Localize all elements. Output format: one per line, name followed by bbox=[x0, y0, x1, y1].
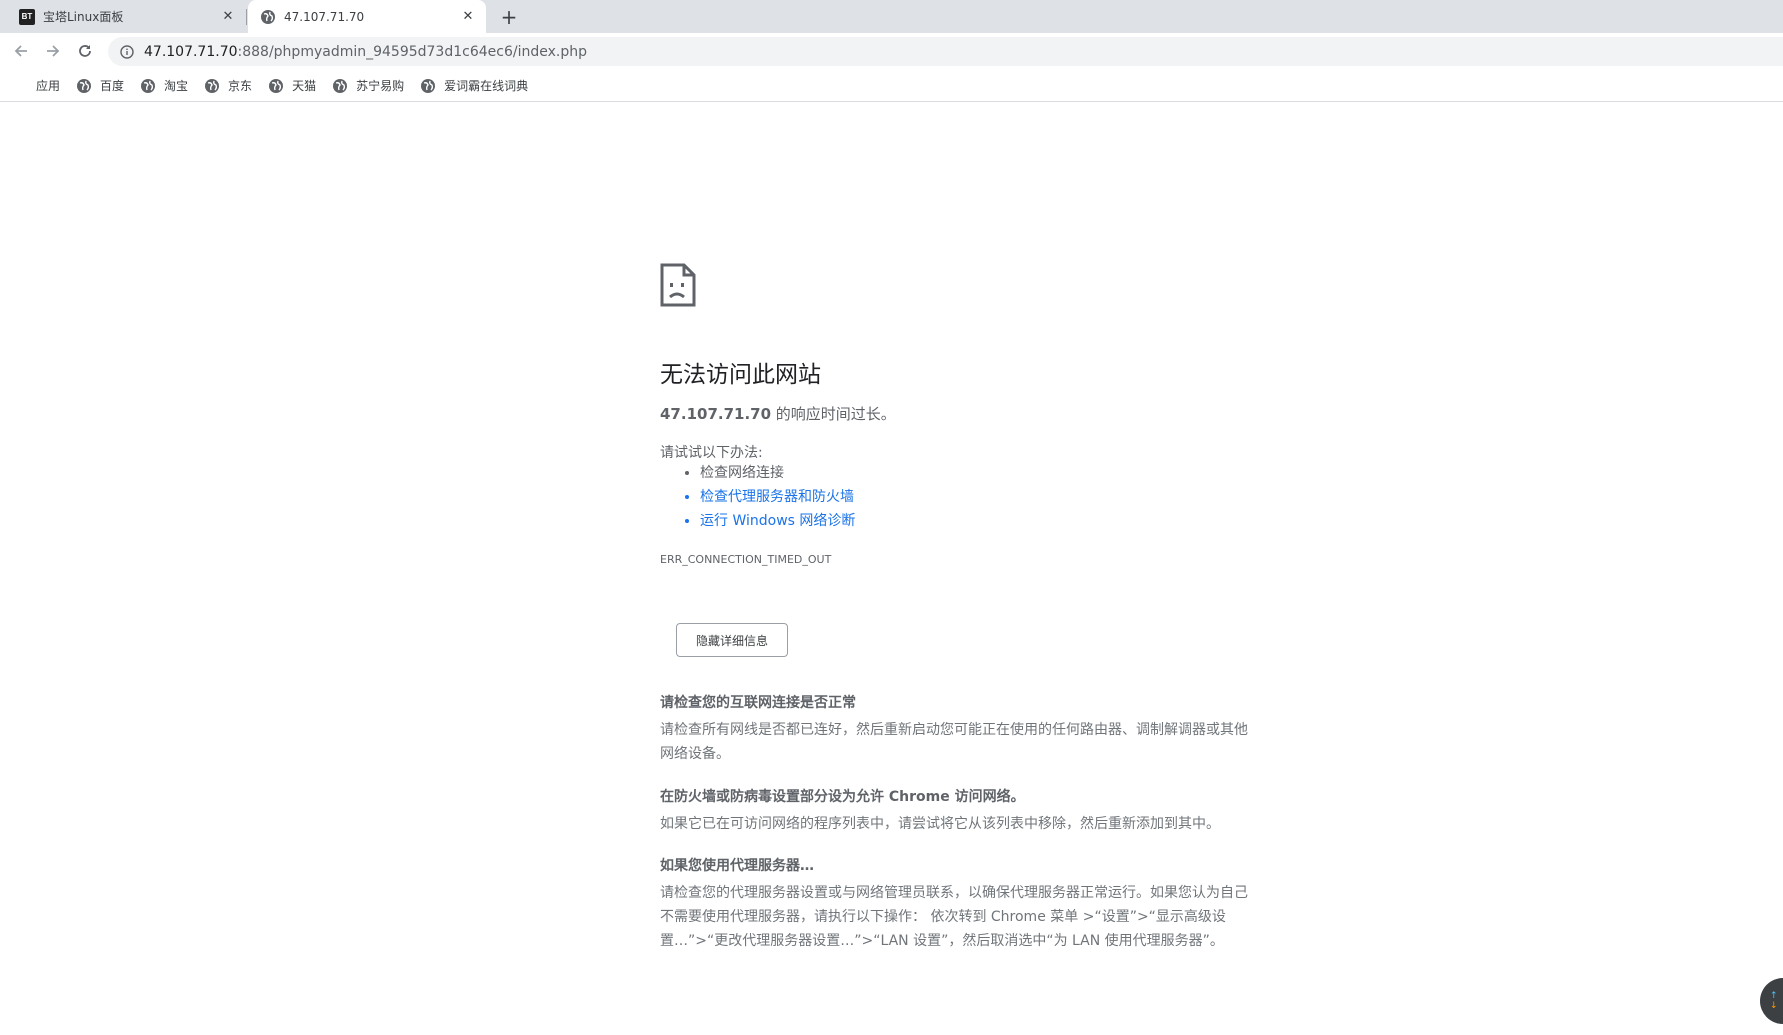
arrow-left-icon bbox=[14, 45, 27, 57]
detail-section-proxy: 如果您使用代理服务器… 请检查您的代理服务器设置或与网络管理员联系，以确保代理服… bbox=[660, 855, 1260, 953]
tab-strip: BT 宝塔Linux面板 ✕ 47.107.71.70 ✕ + bbox=[0, 0, 1783, 33]
sad-document-icon bbox=[660, 263, 696, 307]
suggestion-windows-diagnostics-link[interactable]: 运行 Windows 网络诊断 bbox=[700, 509, 855, 533]
detail-title: 如果您使用代理服务器… bbox=[660, 858, 814, 874]
tab-baota-panel[interactable]: BT 宝塔Linux面板 ✕ bbox=[0, 0, 246, 33]
new-tab-button[interactable]: + bbox=[497, 5, 521, 29]
browser-toolbar: 47.107.71.70:888/phpmyadmin_94595d73d1c6… bbox=[0, 33, 1783, 70]
bookmark-iciba[interactable]: 爱词霸在线词典 bbox=[420, 77, 528, 94]
upload-arrow-icon: ↑ bbox=[1770, 991, 1778, 1001]
detail-title: 在防火墙或防病毒设置部分设为允许 Chrome 访问网络。 bbox=[660, 789, 1025, 805]
suggestion-list: 检查网络连接 检查代理服务器和防火墙 运行 Windows 网络诊断 bbox=[660, 461, 855, 533]
tab-title: 宝塔Linux面板 bbox=[43, 10, 124, 24]
url-path: :888/phpmyadmin_94595d73d1c64ec6/index.p… bbox=[237, 43, 587, 60]
globe-icon bbox=[268, 78, 284, 94]
globe-icon bbox=[140, 78, 156, 94]
error-code: ERR_CONNECTION_TIMED_OUT bbox=[660, 553, 832, 566]
globe-icon bbox=[204, 78, 220, 94]
error-page: 无法访问此网站 47.107.71.70 的响应时间过长。 请试试以下办法: 检… bbox=[660, 263, 1260, 949]
address-bar[interactable]: 47.107.71.70:888/phpmyadmin_94595d73d1c6… bbox=[108, 37, 1783, 66]
error-summary-text: 的响应时间过长。 bbox=[771, 405, 896, 423]
reload-icon bbox=[79, 45, 91, 57]
apps-grid-icon bbox=[12, 78, 28, 94]
close-icon[interactable]: ✕ bbox=[460, 9, 476, 25]
tab-title: 47.107.71.70 bbox=[284, 9, 365, 24]
suggestion-check-network: 检查网络连接 bbox=[700, 461, 855, 485]
arrow-right-icon bbox=[47, 45, 60, 57]
detail-body: 请检查您的代理服务器设置或与网络管理员联系，以确保代理服务器正常运行。如果您认为… bbox=[660, 885, 1248, 949]
bookmark-tmall[interactable]: 天猫 bbox=[268, 77, 316, 94]
try-label: 请试试以下办法: bbox=[660, 445, 763, 461]
detail-title: 请检查您的互联网连接是否正常 bbox=[660, 695, 856, 711]
globe-icon bbox=[260, 9, 276, 25]
detail-body: 请检查所有网线是否都已连好，然后重新启动您可能正在使用的任何路由器、调制解调器或… bbox=[660, 722, 1248, 762]
globe-icon bbox=[420, 78, 436, 94]
bt-logo-icon: BT bbox=[19, 8, 35, 25]
error-heading: 无法访问此网站 bbox=[660, 362, 821, 388]
tab-current-site[interactable]: 47.107.71.70 ✕ bbox=[248, 0, 486, 33]
bookmark-label: 爱词霸在线词典 bbox=[444, 79, 529, 93]
bookmark-label: 京东 bbox=[228, 79, 253, 93]
reload-button[interactable] bbox=[73, 39, 97, 63]
bookmark-suning[interactable]: 苏宁易购 bbox=[332, 77, 404, 94]
error-host: 47.107.71.70 bbox=[660, 405, 772, 423]
bookmark-jd[interactable]: 京东 bbox=[204, 77, 252, 94]
tab-divider bbox=[246, 9, 247, 25]
detail-body: 如果它已在可访问网络的程序列表中，请尝试将它从该列表中移除，然后重新添加到其中。 bbox=[660, 816, 1220, 832]
detail-section-connection: 请检查您的互联网连接是否正常 请检查所有网线是否都已连好，然后重新启动您可能正在… bbox=[660, 692, 1260, 766]
bookmark-label: 百度 bbox=[100, 79, 125, 93]
hide-details-button[interactable]: 隐藏详细信息 bbox=[676, 623, 788, 657]
download-arrow-icon: ↓ bbox=[1770, 1001, 1778, 1011]
bookmark-baidu[interactable]: 百度 bbox=[76, 77, 124, 94]
detail-section-firewall: 在防火墙或防病毒设置部分设为允许 Chrome 访问网络。 如果它已在可访问网络… bbox=[660, 786, 1260, 836]
bookmark-label: 苏宁易购 bbox=[356, 79, 405, 93]
suggestion-check-proxy-link[interactable]: 检查代理服务器和防火墙 bbox=[700, 485, 855, 509]
error-summary: 47.107.71.70 的响应时间过长。 bbox=[660, 403, 896, 424]
url-text: 47.107.71.70:888/phpmyadmin_94595d73d1c6… bbox=[144, 44, 587, 60]
url-host: 47.107.71.70 bbox=[144, 43, 238, 60]
info-icon[interactable] bbox=[118, 43, 136, 61]
globe-icon bbox=[332, 78, 348, 94]
forward-button[interactable] bbox=[41, 39, 65, 63]
close-icon[interactable]: ✕ bbox=[220, 9, 236, 25]
back-button[interactable] bbox=[9, 39, 33, 63]
bookmark-apps[interactable]: 应用 bbox=[12, 77, 60, 94]
bookmark-taobao[interactable]: 淘宝 bbox=[140, 77, 188, 94]
bookmark-label: 应用 bbox=[36, 79, 61, 93]
bookmarks-bar: 应用 百度 淘宝 京东 天猫 苏宁易购 爱词霸在线词典 bbox=[0, 70, 1783, 102]
globe-icon bbox=[76, 78, 92, 94]
network-speed-widget[interactable]: ↑ ↓ bbox=[1760, 978, 1783, 1024]
bookmark-label: 淘宝 bbox=[164, 79, 189, 93]
bookmark-label: 天猫 bbox=[292, 79, 317, 93]
